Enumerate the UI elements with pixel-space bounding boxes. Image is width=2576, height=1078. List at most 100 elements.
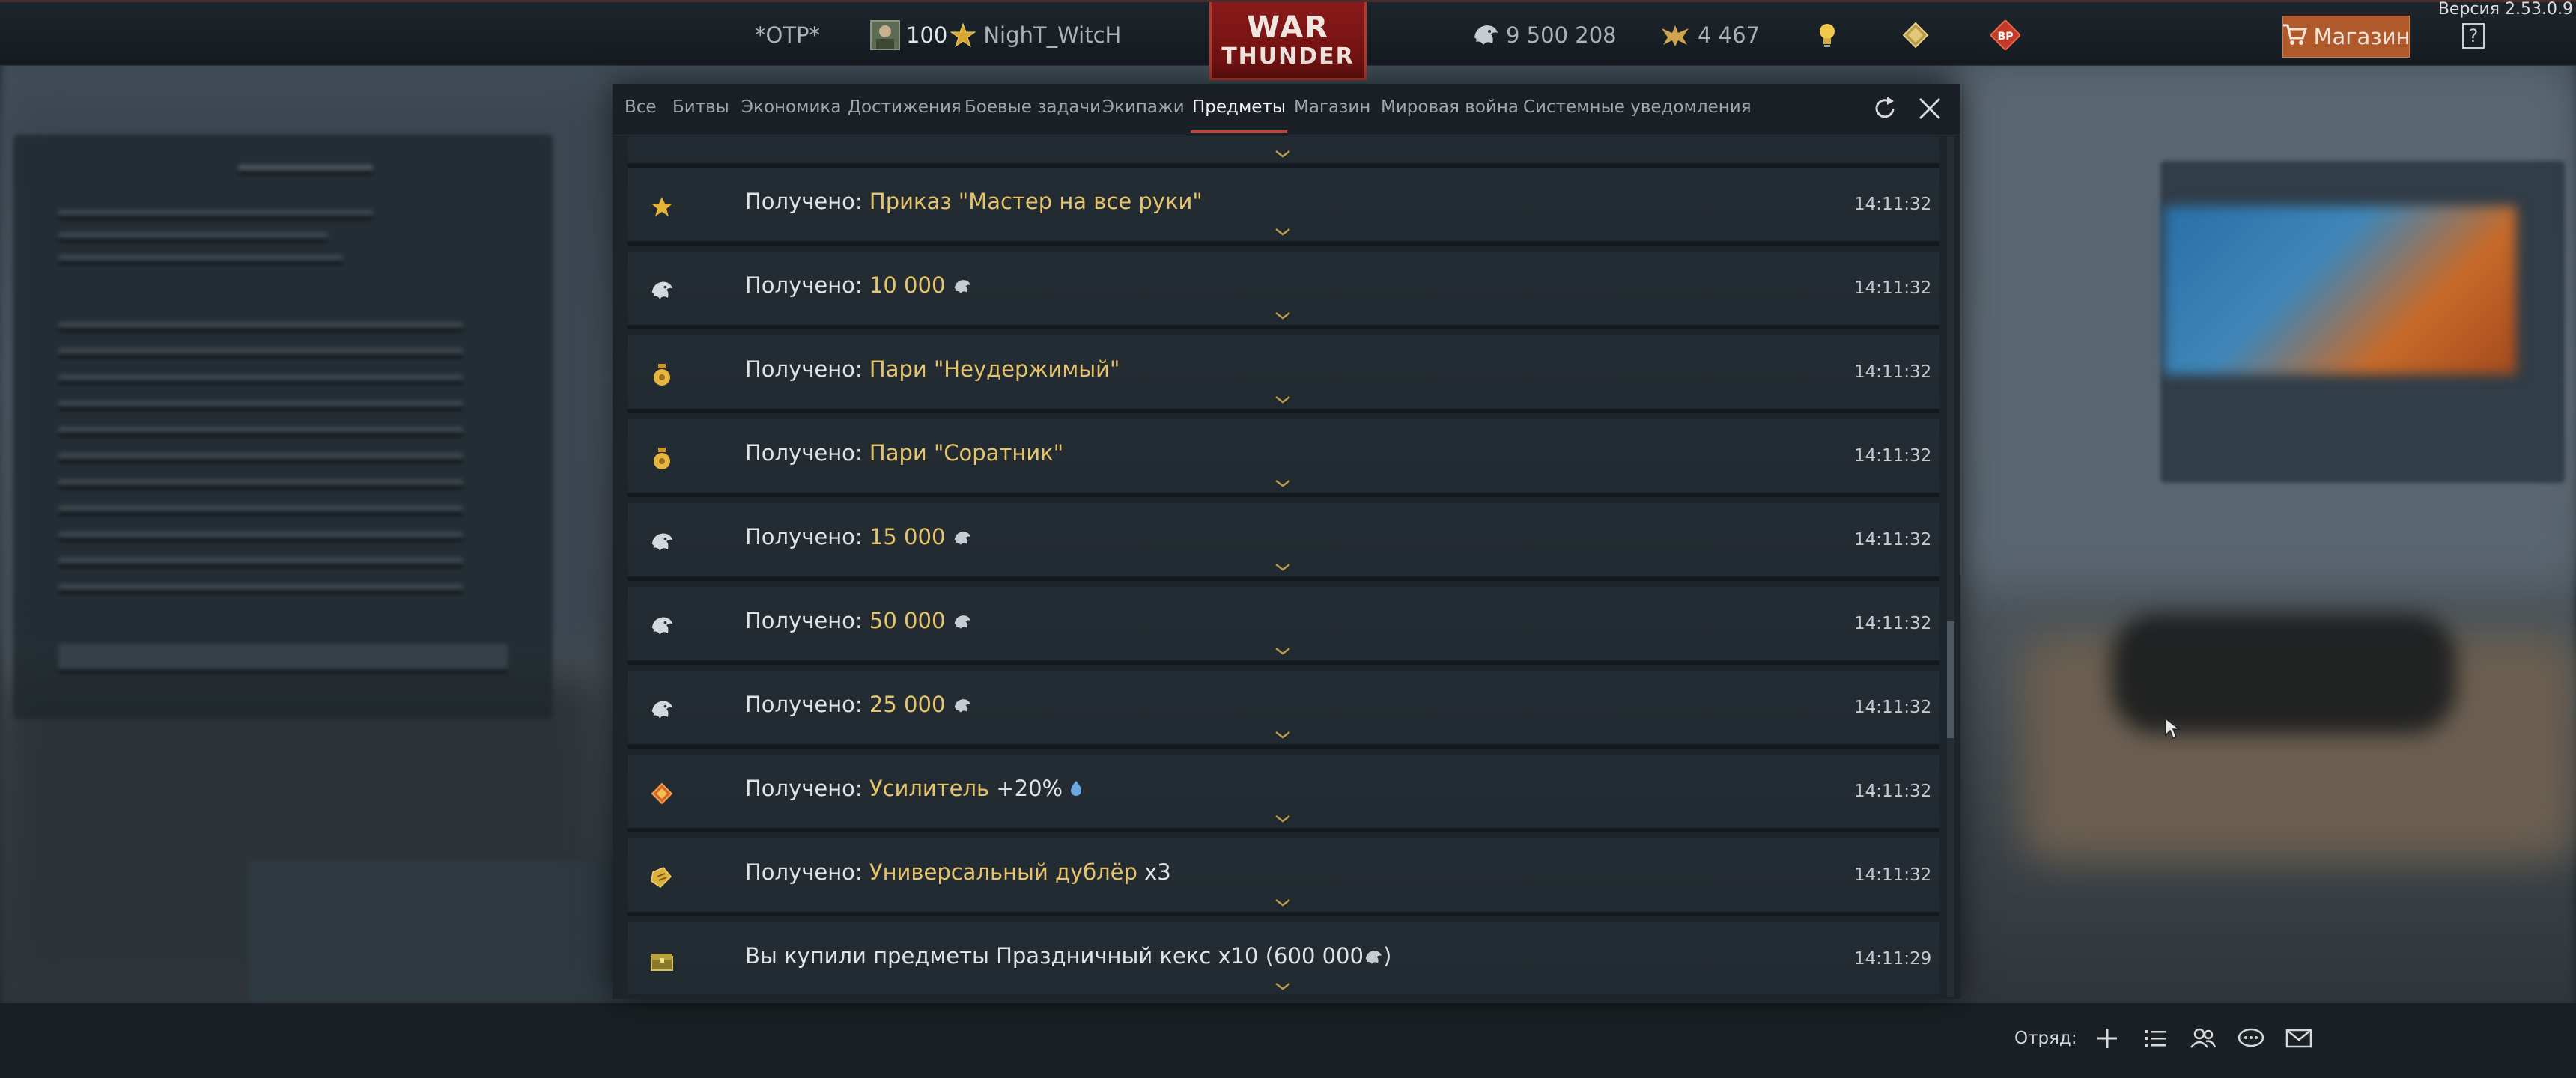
player-profile[interactable]: 100 NighT_WitcH bbox=[870, 20, 1121, 50]
golden-eagle-icon bbox=[1660, 22, 1690, 48]
list-item[interactable]: Получено: Усилитель +20% 14:11:32 bbox=[628, 755, 1939, 832]
notification-time: 14:11:32 bbox=[1854, 446, 1932, 466]
top-bar: *OTP* 100 NighT_WitcH WAR THUNDER 9 500 … bbox=[0, 0, 2576, 80]
contacts-icon[interactable] bbox=[2188, 1023, 2218, 1053]
booster-icon bbox=[648, 780, 675, 807]
bet-icon bbox=[648, 445, 675, 472]
tab-all[interactable]: Все bbox=[625, 97, 657, 124]
notification-time: 14:11:32 bbox=[1854, 782, 1932, 801]
silver-lion-icon bbox=[648, 612, 675, 639]
chevron-down-icon[interactable] bbox=[1275, 731, 1291, 740]
chest-icon bbox=[648, 948, 675, 975]
silver-lion-icon bbox=[1365, 951, 1382, 964]
golden-eagles-amount: 4 467 bbox=[1698, 22, 1761, 48]
notification-text: Получено: 10 000 bbox=[745, 272, 972, 298]
vehicle-model bbox=[2112, 614, 2456, 734]
notification-time: 14:11:32 bbox=[1854, 278, 1932, 298]
list-item[interactable]: Получено: 25 000 14:11:32 bbox=[628, 671, 1939, 749]
golden-eagles-balance[interactable]: 4 467 bbox=[1660, 20, 1760, 50]
mail-icon[interactable] bbox=[2284, 1023, 2314, 1053]
cart-icon bbox=[2282, 23, 2308, 51]
notifications-window: Все Битвы Экономика Достижения Боевые за… bbox=[613, 84, 1960, 999]
list-item[interactable]: Получено: Пари "Неудержимый" 14:11:32 bbox=[628, 335, 1939, 413]
tab-crews[interactable]: Экипажи bbox=[1102, 97, 1185, 124]
battle-pass-icon[interactable]: BP bbox=[1990, 20, 2020, 50]
shop-button-label: Магазин bbox=[2313, 24, 2411, 49]
help-icon[interactable]: ? bbox=[2462, 23, 2485, 49]
scrollbar-thumb[interactable] bbox=[1947, 621, 1954, 738]
tab-world-war[interactable]: Мировая война bbox=[1381, 97, 1519, 124]
notification-time: 14:11:32 bbox=[1854, 698, 1932, 717]
list-item[interactable] bbox=[628, 136, 1939, 168]
silver-lion-icon bbox=[648, 529, 675, 555]
list-item[interactable]: Получено: 15 000 14:11:32 bbox=[628, 503, 1939, 581]
tab-battles[interactable]: Битвы bbox=[672, 97, 729, 124]
notification-tabs: Все Битвы Экономика Достижения Боевые за… bbox=[613, 84, 1960, 135]
war-thunder-logo[interactable]: WAR THUNDER bbox=[1209, 2, 1367, 80]
shop-button[interactable]: Магазин bbox=[2282, 16, 2411, 58]
silver-lion-icon bbox=[954, 280, 970, 293]
close-icon[interactable] bbox=[1916, 94, 1944, 123]
avatar bbox=[870, 20, 900, 50]
logo-line-2: THUNDER bbox=[1221, 43, 1355, 70]
chevron-down-icon[interactable] bbox=[1275, 150, 1291, 159]
silver-lions-balance[interactable]: 9 500 208 bbox=[1471, 20, 1617, 50]
tab-shop[interactable]: Магазин bbox=[1294, 97, 1370, 124]
chevron-down-icon[interactable] bbox=[1275, 647, 1291, 656]
tab-items[interactable]: Предметы bbox=[1190, 97, 1288, 133]
notification-time: 14:11:32 bbox=[1854, 865, 1932, 885]
bottom-bar: Отряд: bbox=[2014, 1020, 2314, 1057]
rank-star-icon bbox=[950, 22, 976, 48]
premium-diamond-icon[interactable] bbox=[1902, 20, 1929, 50]
backup-icon bbox=[648, 864, 675, 891]
notification-text: Получено: Пари "Неудержимый" bbox=[745, 356, 1120, 382]
chat-icon[interactable] bbox=[2236, 1023, 2266, 1053]
notification-text: Получено: Приказ "Мастер на все руки" bbox=[745, 189, 1203, 214]
bet-icon bbox=[648, 361, 675, 388]
mouse-cursor-icon bbox=[2164, 717, 2181, 743]
chevron-down-icon[interactable] bbox=[1275, 311, 1291, 320]
list-item[interactable]: Получено: Универсальный дублёр x3 14:11:… bbox=[628, 838, 1939, 916]
refresh-icon[interactable] bbox=[1871, 94, 1899, 123]
player-level: 100 bbox=[906, 22, 948, 48]
tab-system-notifications[interactable]: Системные уведомления bbox=[1523, 97, 1752, 124]
chevron-down-icon[interactable] bbox=[1275, 228, 1291, 237]
notification-text: Получено: 25 000 bbox=[745, 692, 972, 717]
chevron-down-icon[interactable] bbox=[1275, 479, 1291, 488]
notification-time: 14:11:32 bbox=[1854, 614, 1932, 633]
tab-economy[interactable]: Экономика bbox=[741, 97, 841, 124]
tab-achievements[interactable]: Достижения bbox=[848, 97, 962, 124]
logo-line-1: WAR bbox=[1246, 10, 1330, 45]
silver-lion-icon bbox=[954, 532, 970, 545]
star-icon bbox=[648, 193, 675, 220]
chevron-down-icon[interactable] bbox=[1275, 395, 1291, 404]
scrollbar[interactable] bbox=[1947, 136, 1954, 997]
chevron-down-icon[interactable] bbox=[1275, 563, 1291, 572]
chevron-down-icon[interactable] bbox=[1275, 982, 1291, 991]
tab-battle-tasks[interactable]: Боевые задачи bbox=[965, 97, 1101, 124]
vehicle-slots bbox=[247, 861, 637, 1003]
squadron-tag[interactable]: *OTP* bbox=[755, 20, 820, 50]
add-squad-member-icon[interactable] bbox=[2092, 1023, 2122, 1053]
squad-label: Отряд: bbox=[2014, 1029, 2077, 1048]
chevron-down-icon[interactable] bbox=[1275, 898, 1291, 907]
silver-lion-icon bbox=[648, 696, 675, 723]
notification-time: 14:11:32 bbox=[1854, 195, 1932, 214]
notification-text: Получено: 15 000 bbox=[745, 524, 972, 549]
notification-text: Получено: 50 000 bbox=[745, 608, 972, 633]
list-item[interactable]: Вы купили предметы Праздничный кекс x10 … bbox=[628, 922, 1939, 994]
event-banner-image bbox=[2164, 206, 2516, 374]
list-item[interactable]: Получено: Пари "Соратник" 14:11:32 bbox=[628, 419, 1939, 497]
notification-text: Вы купили предметы Праздничный кекс x10 … bbox=[745, 943, 1392, 969]
notification-text: Получено: Усилитель +20% bbox=[745, 776, 1083, 801]
silver-lion-icon bbox=[954, 699, 970, 713]
tips-lightbulb-icon[interactable] bbox=[1816, 20, 1838, 50]
list-icon[interactable] bbox=[2140, 1023, 2170, 1053]
vehicle-info-panel bbox=[13, 135, 553, 719]
chevron-down-icon[interactable] bbox=[1275, 814, 1291, 823]
list-item[interactable]: Получено: Приказ "Мастер на все руки" 14… bbox=[628, 168, 1939, 246]
list-item[interactable]: Получено: 50 000 14:11:32 bbox=[628, 587, 1939, 665]
silver-lion-icon bbox=[954, 615, 970, 629]
list-item[interactable]: Получено: 10 000 14:11:32 bbox=[628, 252, 1939, 329]
silver-lion-icon bbox=[648, 277, 675, 304]
